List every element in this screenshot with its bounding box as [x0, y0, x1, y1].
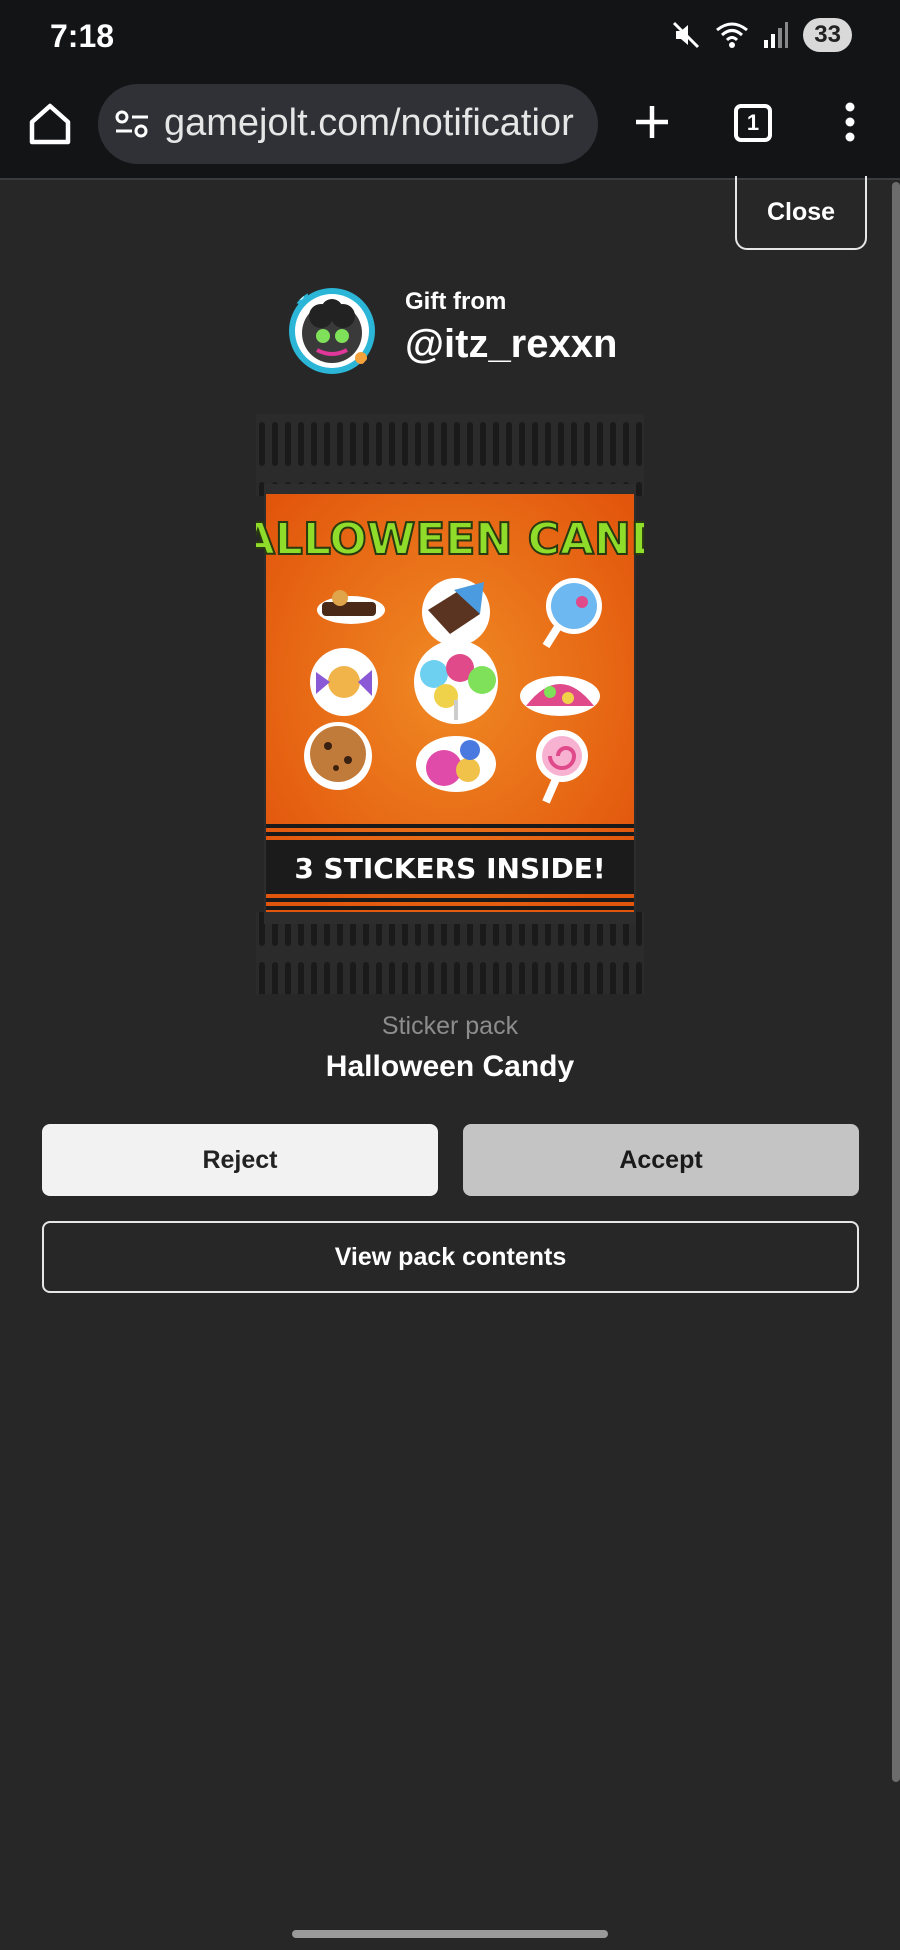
candy-pile-sticker — [520, 676, 600, 716]
site-settings-icon[interactable] — [114, 108, 150, 140]
wrapped-candy-sticker — [310, 648, 378, 716]
browser-toolbar: gamejolt.com/notificatior 1 — [0, 72, 900, 180]
gesture-home-indicator[interactable] — [292, 1930, 608, 1938]
accept-button[interactable]: Accept — [463, 1124, 859, 1196]
chocolate-wrapper-sticker — [422, 578, 490, 646]
mute-icon — [673, 21, 700, 49]
home-icon[interactable] — [26, 100, 74, 148]
item-name: Halloween Candy — [325, 1050, 575, 1083]
sticker-pack-image: HALLOWEEN CANDY — [256, 414, 644, 994]
url-text[interactable]: gamejolt.com/notificatior — [164, 102, 574, 145]
status-icons: 33 — [671, 18, 852, 52]
cookie-sticker — [304, 722, 372, 790]
close-button[interactable]: Close — [735, 176, 867, 250]
pack-banner: 3 STICKERS INSIDE! — [294, 852, 605, 885]
address-bar[interactable]: gamejolt.com/notificatior — [98, 84, 598, 164]
more-options-icon[interactable] — [834, 98, 866, 146]
battery-indicator: 33 — [803, 18, 852, 52]
pack-headline: HALLOWEEN CANDY — [256, 514, 644, 565]
reject-button[interactable]: Reject — [42, 1124, 438, 1196]
status-time: 7:18 — [50, 18, 115, 54]
signal-icon — [764, 22, 789, 48]
new-tab-icon[interactable] — [628, 98, 676, 146]
sender-username[interactable]: @itz_rexxn — [405, 322, 617, 367]
wifi-icon — [716, 22, 749, 48]
view-pack-contents-button[interactable]: View pack contents — [42, 1221, 859, 1293]
status-bar: 7:18 33 — [0, 0, 900, 72]
tab-switcher-button[interactable]: 1 — [734, 104, 772, 142]
lollipop-bouquet-sticker — [414, 640, 498, 724]
sender-avatar[interactable] — [287, 286, 377, 376]
gift-from-label: Gift from — [405, 288, 507, 315]
page-scrollbar[interactable] — [892, 182, 900, 1782]
gumballs-sticker — [416, 736, 496, 792]
item-kind-label: Sticker pack — [381, 1012, 519, 1040]
